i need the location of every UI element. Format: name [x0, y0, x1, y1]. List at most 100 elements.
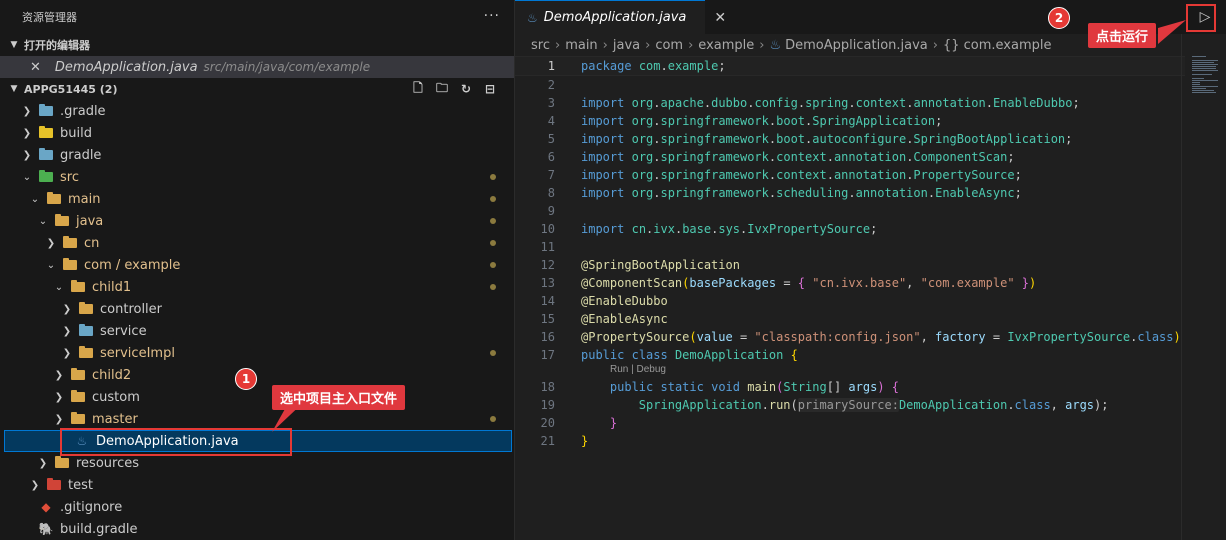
code-line: 15 @EnableAsync [515, 310, 1185, 328]
chevron-right-icon: ❯ [30, 479, 40, 491]
chevron-down-icon: ⌄ [30, 193, 40, 205]
modified-dot [490, 174, 496, 180]
minimap-line [1192, 84, 1200, 85]
line-number: 7 [547, 168, 555, 182]
code-line: 16 @PropertySource(value = "classpath:con… [515, 328, 1185, 346]
chevron-right-icon: › [645, 37, 651, 53]
tree-label: test [68, 477, 93, 493]
tree-item-service[interactable]: ❯ service [0, 320, 514, 342]
breadcrumb-item[interactable]: DemoApplication.java [785, 38, 928, 53]
folder-icon [70, 390, 86, 404]
open-editors-section[interactable]: ▼ 打开的编辑器 [0, 34, 514, 56]
tree-label: build.gradle [60, 521, 138, 537]
tree-label: child1 [92, 279, 132, 295]
minimap-line [1192, 86, 1218, 87]
code-line: 17 public class DemoApplication { [515, 346, 1185, 364]
git-icon: ◆ [41, 500, 51, 514]
breadcrumb-item[interactable]: example [698, 38, 754, 53]
code-editor[interactable]: 1 package com.example; 2 3 import org.apac… [515, 56, 1185, 450]
tree-label: controller [100, 301, 163, 317]
step-badge-1: 1 [235, 368, 257, 390]
line-number: 15 [540, 312, 555, 326]
tree-label: gradle [60, 147, 102, 163]
tree-item-build[interactable]: ❯ build [0, 122, 514, 144]
codelens-run-debug[interactable]: Run | Debug [515, 364, 1185, 378]
chevron-right-icon: ❯ [38, 457, 48, 469]
minimap-line [1192, 70, 1218, 71]
step-badge-2: 2 [1048, 7, 1070, 29]
tree-label: service [100, 323, 147, 339]
line-number: 2 [547, 78, 555, 92]
line-number: 17 [540, 348, 555, 362]
tree-item-child2[interactable]: ❯ child2 [0, 364, 514, 386]
code-line: 6 import org.springframework.context.anno… [515, 148, 1185, 166]
folder-open-icon [70, 280, 86, 294]
minimap[interactable] [1181, 34, 1226, 540]
highlight-box-run-button [1186, 4, 1216, 32]
minimap-line [1192, 74, 1212, 75]
code-line: 8 import org.springframework.scheduling.a… [515, 184, 1185, 202]
tree-item-child1[interactable]: ⌄ child1 [0, 276, 514, 298]
tree-item-java[interactable]: ⌄ java [0, 210, 514, 232]
folder-open-icon [54, 214, 70, 228]
minimap-line [1192, 92, 1216, 93]
minimap-line [1192, 82, 1200, 83]
new-file-icon[interactable]: 🗋 [410, 81, 426, 97]
line-number: 13 [540, 276, 555, 290]
breadcrumb-item[interactable]: src [531, 38, 550, 53]
new-folder-icon[interactable]: 🗀 [434, 81, 450, 97]
code-line: 5 import org.springframework.boot.autocon… [515, 130, 1185, 148]
chevron-right-icon: ❯ [54, 391, 64, 403]
minimap-line [1192, 88, 1206, 89]
open-editor-path: src/main/java/com/example [203, 60, 371, 74]
tree-item-controller[interactable]: ❯ controller [0, 298, 514, 320]
tree-item-custom[interactable]: ❯ custom [0, 386, 514, 408]
chevron-down-icon: ▼ [10, 84, 18, 94]
tree-item-master[interactable]: ❯ master [0, 408, 514, 430]
tree-item-gitignore[interactable]: ◆ .gitignore [0, 496, 514, 518]
collapse-all-icon[interactable]: ⊟ [482, 81, 498, 97]
tab-demoapplication[interactable]: ♨ DemoApplication.java ✕ [515, 0, 726, 34]
close-icon[interactable]: ✕ [714, 10, 726, 26]
minimap-line [1192, 90, 1214, 91]
tree-item-src[interactable]: ⌄ src [0, 166, 514, 188]
chevron-right-icon: ❯ [62, 325, 72, 337]
more-actions-icon[interactable]: ··· [484, 8, 500, 24]
line-number: 20 [540, 416, 555, 430]
tree-item-cn[interactable]: ❯ cn [0, 232, 514, 254]
breadcrumb-item[interactable]: main [565, 38, 597, 53]
tree-item-dotgradle[interactable]: ❯ .gradle [0, 100, 514, 122]
line-number: 4 [547, 114, 555, 128]
breadcrumb-item[interactable]: com [655, 38, 683, 53]
refresh-icon[interactable]: ↻ [458, 81, 474, 97]
code-line: 20 } [515, 414, 1185, 432]
explorer-title: 资源管理器 [22, 11, 77, 24]
code-line: 10 import cn.ivx.base.sys.IvxPropertySour… [515, 220, 1185, 238]
open-editor-item[interactable]: ✕ DemoApplication.java src/main/java/com… [0, 56, 514, 78]
tree-item-gradle[interactable]: ❯ gradle [0, 144, 514, 166]
breadcrumb-item[interactable]: {} com.example [943, 38, 1052, 53]
close-icon[interactable]: ✕ [30, 60, 41, 75]
tree-item-main[interactable]: ⌄ main [0, 188, 514, 210]
project-section[interactable]: ▼ APPG51445 (2) 🗋 🗀 ↻ ⊟ [0, 78, 514, 100]
open-editor-filename: DemoApplication.java [54, 59, 198, 75]
tree-item-test[interactable]: ❯ test [0, 474, 514, 496]
code-line: 18 public static void main(String[] args… [515, 378, 1185, 396]
tree-item-serviceimpl[interactable]: ❯ serviceImpl [0, 342, 514, 364]
tab-label: DemoApplication.java [543, 10, 687, 25]
tree-label: .gitignore [60, 499, 123, 515]
chevron-right-icon: ❯ [54, 369, 64, 381]
tree-item-buildgradle[interactable]: 🐘 build.gradle [0, 518, 514, 540]
modified-dot [490, 240, 496, 246]
chevron-down-icon: ▼ [10, 40, 18, 50]
explorer-sidebar: 资源管理器 ··· ▼ 打开的编辑器 ✕ DemoApplication.jav… [0, 0, 515, 540]
chevron-right-icon: ❯ [62, 303, 72, 315]
code-line: 9 [515, 202, 1185, 220]
breadcrumb-item[interactable]: java [613, 38, 640, 53]
tree-item-com-example[interactable]: ⌄ com / example [0, 254, 514, 276]
minimap-line [1192, 62, 1214, 63]
chevron-down-icon: ⌄ [38, 215, 48, 227]
modified-dot [490, 196, 496, 202]
folder-icon [78, 346, 94, 360]
highlight-box-entry-file [60, 428, 292, 456]
